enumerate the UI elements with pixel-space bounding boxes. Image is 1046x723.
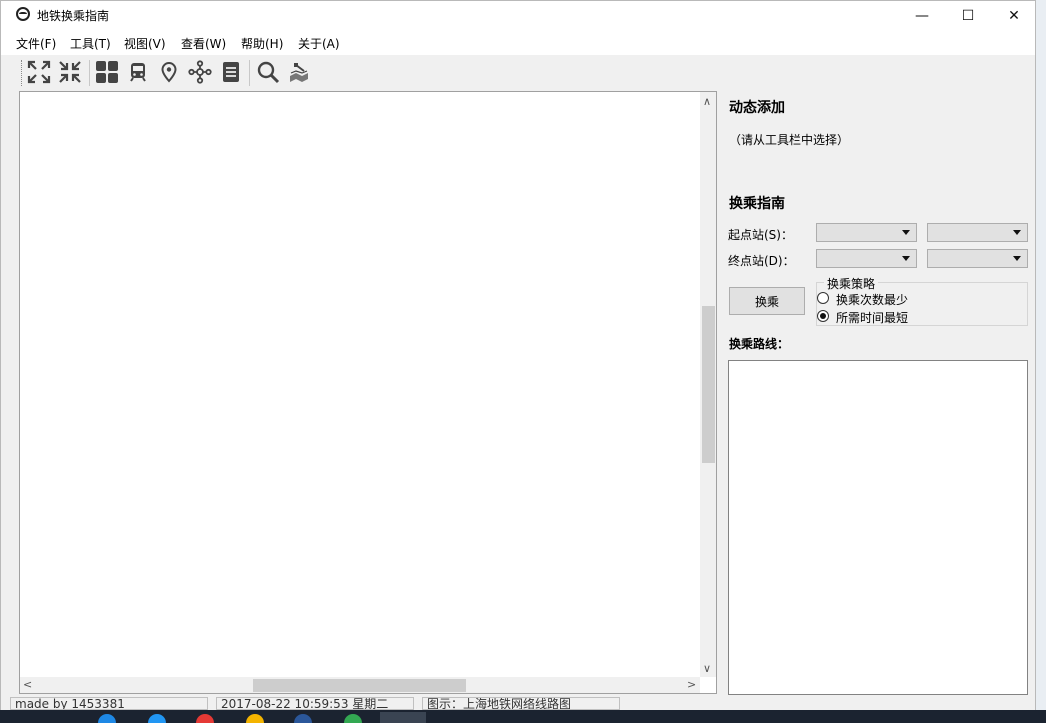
dynamic-add-hint: （请从工具栏中选择） xyxy=(729,133,850,147)
start-line-select[interactable] xyxy=(816,223,917,242)
map-icon[interactable] xyxy=(286,59,312,85)
chevron-down-icon xyxy=(902,230,910,235)
chevron-down-icon xyxy=(902,256,910,261)
scroll-down-icon[interactable]: ∨ xyxy=(703,662,711,675)
strategy-fewest-transfers-radio[interactable] xyxy=(817,292,829,304)
end-station-select[interactable] xyxy=(927,249,1028,268)
close-button[interactable]: ✕ xyxy=(991,1,1037,30)
metro-logo-icon xyxy=(16,7,30,21)
toolbar-grip[interactable] xyxy=(21,60,25,86)
minimize-button[interactable]: — xyxy=(899,1,945,30)
scroll-left-icon[interactable]: < xyxy=(23,678,32,691)
status-author: made by 1453381 xyxy=(10,697,208,710)
menu-window[interactable]: 查看(W) xyxy=(181,35,226,52)
title-bar[interactable] xyxy=(1,1,1035,30)
vertical-scroll-thumb[interactable] xyxy=(702,306,715,463)
menu-about[interactable]: 关于(A) xyxy=(298,35,340,52)
dynamic-add-title: 动态添加 xyxy=(729,100,785,116)
scroll-up-icon[interactable]: ∧ xyxy=(703,95,711,108)
expand-icon[interactable] xyxy=(26,59,52,85)
menu-tools[interactable]: 工具(T) xyxy=(70,35,111,52)
route-output-textbox[interactable] xyxy=(728,360,1028,695)
toolbar-separator xyxy=(249,60,250,86)
network-nodes-icon[interactable] xyxy=(187,59,213,85)
horizontal-scroll-thumb[interactable] xyxy=(253,679,466,692)
route-title: 换乘路线： xyxy=(729,337,790,351)
transfer-guide-title: 换乘指南 xyxy=(729,196,785,212)
menu-view[interactable]: 视图(V) xyxy=(124,35,166,52)
strategy-fewest-transfers-label[interactable]: 换乘次数最少 xyxy=(836,291,908,308)
list-icon[interactable] xyxy=(218,59,244,85)
train-icon[interactable] xyxy=(125,59,151,85)
active-app-taskbar-icon[interactable] xyxy=(380,712,426,723)
status-legend: 图示：上海地铁网络线路图 xyxy=(422,697,620,710)
strategy-shortest-time-label[interactable]: 所需时间最短 xyxy=(836,309,908,326)
window-title: 地铁换乘指南 xyxy=(37,9,110,23)
status-datetime: 2017-08-22 10:59:53 星期二 xyxy=(216,697,414,710)
desktop-background xyxy=(1036,0,1046,710)
end-line-select[interactable] xyxy=(816,249,917,268)
map-canvas[interactable] xyxy=(19,91,717,694)
chevron-down-icon xyxy=(1013,230,1021,235)
chevron-down-icon xyxy=(1013,256,1021,261)
strategy-group-label: 换乘策略 xyxy=(824,275,879,292)
maximize-button[interactable]: ☐ xyxy=(945,1,991,30)
end-station-label: 终点站(D)： xyxy=(728,254,795,268)
menu-file[interactable]: 文件(F) xyxy=(16,35,56,52)
scroll-right-icon[interactable]: > xyxy=(687,678,696,691)
collapse-icon[interactable] xyxy=(57,59,83,85)
start-station-label: 起点站(S)： xyxy=(728,228,793,242)
location-pin-icon[interactable] xyxy=(156,59,182,85)
menu-help[interactable]: 帮助(H) xyxy=(241,35,283,52)
transfer-button[interactable]: 换乘 xyxy=(729,287,805,315)
strategy-shortest-time-radio[interactable] xyxy=(817,310,829,322)
search-icon[interactable] xyxy=(255,59,281,85)
grid-icon[interactable] xyxy=(94,59,120,85)
start-station-select[interactable] xyxy=(927,223,1028,242)
toolbar-separator xyxy=(89,60,90,86)
